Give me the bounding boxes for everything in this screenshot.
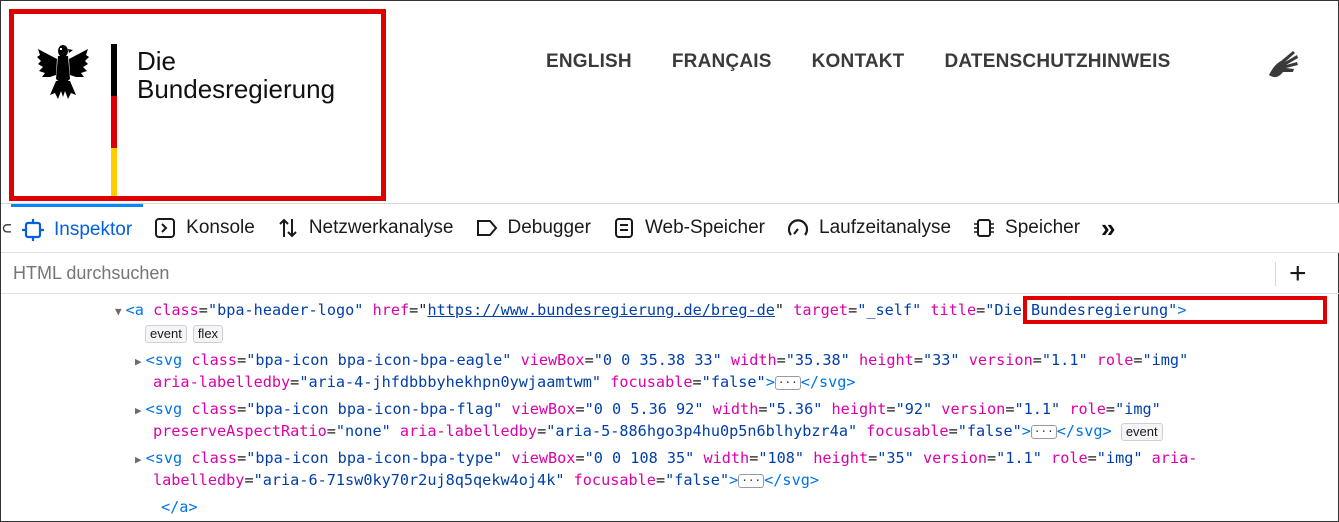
tab-inspektor[interactable]: Inspektor [11, 204, 144, 252]
event-badge[interactable]: event [1120, 422, 1163, 441]
tab-label: Debugger [507, 217, 591, 238]
memory-icon [973, 217, 995, 239]
title-attr-highlight-box [1023, 296, 1327, 324]
tab-laufzeitanalyse[interactable]: Laufzeitanalyse [776, 204, 962, 252]
markup-node-svg-eagle-cont: aria-labelledby="aria-4-jhfdbbbyhekhpn0y… [153, 373, 856, 391]
markup-node-a-close[interactable]: </a> [161, 496, 198, 518]
tab-label: Netzwerkanalyse [308, 217, 454, 238]
add-node-button[interactable]: + [1289, 256, 1307, 292]
event-badge[interactable]: event [145, 324, 187, 343]
expand-triangle-icon[interactable]: ▼ [115, 305, 122, 318]
website-header: Die Bundesregierung ENGLISH FRANÇAIS KON… [0, 0, 1339, 203]
storage-icon [613, 217, 635, 239]
markup-node-svg-type[interactable]: ▶ <svg class="bpa-icon bpa-icon-bpa-type"… [135, 447, 1197, 471]
nav-link-datenschutzhinweis[interactable]: DATENSCHUTZHINWEIS [945, 51, 1171, 73]
network-icon [277, 217, 299, 239]
sign-language-icon[interactable] [1263, 45, 1303, 85]
markup-view: ▼ <a class="bpa-header-logo" href="https:… [1, 295, 1339, 522]
more-tools-chevron-icon[interactable]: » [1091, 213, 1125, 244]
nav-link-francais[interactable]: FRANÇAIS [672, 51, 772, 73]
flex-badge[interactable]: flex [192, 324, 224, 343]
collapsed-content-button[interactable]: ··· [1030, 424, 1057, 439]
html-search-bar: + [1, 254, 1339, 294]
markup-node-svg-flag-cont: preserveAspectRatio="none" aria-labelled… [153, 420, 1169, 442]
tab-web-speicher[interactable]: Web-Speicher [602, 204, 776, 252]
logo-highlight-box [9, 9, 386, 201]
expand-triangle-icon[interactable]: ▶ [135, 453, 142, 466]
node-badges: event flex [145, 322, 229, 344]
tab-konsole[interactable]: Konsole [143, 204, 266, 252]
console-icon [154, 217, 176, 239]
nav-link-kontakt[interactable]: KONTAKT [812, 51, 905, 73]
pick-element-icon[interactable]: ⊂ [1, 204, 11, 252]
inspector-icon [22, 218, 44, 241]
devtools-panel: ⊂ Inspektor Konsole Netzwerkanalyse Debu… [0, 203, 1339, 522]
markup-node-svg-type-cont: labelledby="aria-6-71sw0ky70r2uj8q5qekw4… [153, 471, 820, 489]
tab-label: Konsole [186, 217, 255, 238]
collapsed-content-button[interactable]: ··· [774, 375, 801, 390]
devtools-toolbar: ⊂ Inspektor Konsole Netzwerkanalyse Debu… [1, 203, 1339, 253]
expand-triangle-icon[interactable]: ▶ [135, 355, 142, 368]
markup-node-svg-eagle[interactable]: ▶ <svg class="bpa-icon bpa-icon-bpa-eagle… [135, 349, 1188, 373]
top-navigation: ENGLISH FRANÇAIS KONTAKT DATENSCHUTZHINW… [546, 51, 1210, 73]
tab-speicher[interactable]: Speicher [962, 204, 1091, 252]
tab-label: Inspektor [54, 218, 133, 240]
collapsed-content-button[interactable]: ··· [738, 473, 765, 488]
href-link[interactable]: https://www.bundesregierung.de/breg-de [427, 301, 774, 319]
tab-debugger[interactable]: Debugger [465, 204, 602, 252]
nav-link-english[interactable]: ENGLISH [546, 51, 632, 73]
html-search-input[interactable] [1, 263, 1261, 284]
tab-label: Laufzeitanalyse [819, 217, 952, 238]
tab-label: Speicher [1005, 217, 1081, 238]
markup-node-svg-flag[interactable]: ▶ <svg class="bpa-icon bpa-icon-bpa-flag"… [135, 398, 1161, 422]
tab-label: Web-Speicher [644, 217, 765, 238]
tab-netzwerkanalyse[interactable]: Netzwerkanalyse [266, 204, 465, 252]
debugger-icon [476, 217, 498, 239]
divider [1275, 262, 1276, 286]
performance-icon [787, 217, 809, 239]
expand-triangle-icon[interactable]: ▶ [135, 404, 142, 417]
